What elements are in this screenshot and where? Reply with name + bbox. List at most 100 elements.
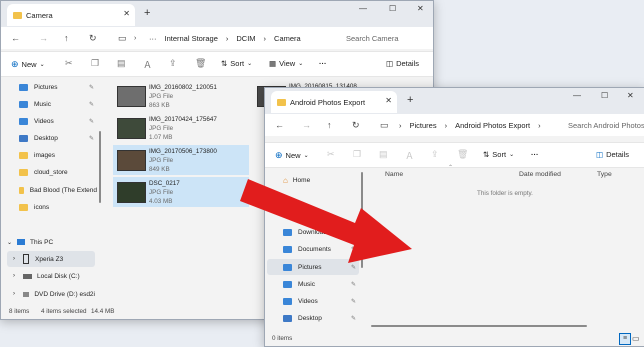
large-icons-view-icon[interactable]: ▭ [632, 334, 640, 343]
tab-camera[interactable]: Camera ✕ [7, 4, 135, 26]
sidebar-item-cloud-store[interactable]: cloud_store [19, 164, 97, 180]
sidebar-item-desktop[interactable]: Desktop ✎ [283, 310, 359, 326]
up-icon[interactable]: ↑ [64, 33, 69, 43]
back-icon[interactable]: ← [11, 33, 20, 43]
copy-icon[interactable]: ❐ [353, 149, 361, 160]
sidebar-item-label: Desktop [34, 134, 58, 142]
file-item[interactable]: IMG_20170424_175647 JPG File 1.07 MB [113, 113, 249, 143]
sidebar-item-home[interactable]: ⌂ Home [283, 172, 363, 188]
sidebar-scrollbar[interactable] [99, 131, 101, 203]
image-thumbnail [117, 182, 146, 203]
new-button[interactable]: ⊕ New ⌄ [11, 59, 45, 70]
home-icon: ⌂ [283, 175, 288, 185]
tree-item-this-pc[interactable]: ⌄ This PC [7, 234, 95, 250]
forward-icon[interactable]: → [302, 120, 311, 130]
breadcrumb-item[interactable]: Camera [274, 34, 301, 43]
column-header-date-modified[interactable]: Date modified [519, 171, 561, 178]
file-item[interactable]: IMG_20160802_120051 JPG File 863 KB [113, 81, 249, 111]
new-tab-button[interactable]: + [144, 7, 150, 19]
sidebar-item-videos[interactable]: Videos ✎ [19, 113, 97, 129]
share-icon[interactable]: ⇪ [169, 58, 177, 69]
sort-button[interactable]: ⇅ Sort ⌄ [221, 59, 252, 68]
breadcrumb: ··· Internal Storage › DCIM › Camera [149, 34, 301, 43]
breadcrumb-more[interactable]: ··· [149, 34, 157, 43]
sidebar-item-label: Videos [298, 297, 318, 305]
sidebar-item-images[interactable]: images [19, 147, 97, 163]
minimize-button[interactable]: — [359, 4, 367, 13]
sidebar-scrollbar[interactable] [361, 172, 363, 268]
sidebar-item-pictures[interactable]: Pictures ✎ [19, 79, 97, 95]
delete-icon[interactable]: 🗑 [195, 58, 206, 69]
cut-icon[interactable]: ✂ [327, 149, 335, 160]
refresh-icon[interactable]: ↻ [89, 33, 97, 44]
maximize-button[interactable]: ☐ [389, 4, 396, 13]
column-header-name[interactable]: Name [385, 171, 403, 178]
sidebar-item-music[interactable]: Music ✎ [19, 96, 97, 112]
forward-icon[interactable]: → [39, 33, 48, 43]
share-icon[interactable]: ⇪ [431, 149, 439, 160]
refresh-icon[interactable]: ↻ [352, 120, 360, 131]
tree-item-local-disk[interactable]: › Local Disk (C:) [7, 268, 95, 284]
rename-icon[interactable]: Ａ [143, 58, 152, 71]
sidebar-item-documents[interactable]: Documents ✎ [283, 241, 359, 257]
paste-icon[interactable]: ▤ [379, 149, 388, 160]
file-item[interactable]: IMG_20170506_173800 JPG File 849 KB [113, 145, 249, 175]
sidebar-item-music[interactable]: Music ✎ [283, 276, 359, 292]
minimize-button[interactable]: — [573, 91, 581, 100]
horizontal-scrollbar[interactable] [371, 325, 587, 327]
close-window-button[interactable]: ✕ [627, 91, 634, 100]
cut-icon[interactable]: ✂ [65, 58, 73, 69]
sidebar-item-icons[interactable]: icons [19, 199, 97, 215]
maximize-button[interactable]: ☐ [601, 91, 608, 100]
file-name: IMG_20170506_173800 [149, 147, 217, 155]
plus-circle-icon: ⊕ [11, 59, 19, 69]
chevron-right-icon: › [13, 256, 15, 262]
file-size: 863 KB [149, 101, 170, 109]
search-input[interactable]: Search Android Photos [568, 121, 644, 130]
dvd-icon [23, 291, 30, 297]
sidebar-item-bad-blood[interactable]: Bad Blood (The Extend [19, 182, 97, 198]
new-tab-button[interactable]: + [407, 94, 413, 106]
copy-icon[interactable]: ❐ [91, 58, 99, 69]
empty-folder-message: This folder is empty. [477, 190, 533, 197]
breadcrumb-item[interactable]: Pictures [410, 121, 437, 130]
back-icon[interactable]: ← [275, 120, 284, 130]
breadcrumb-item[interactable]: Android Photos Export [455, 121, 530, 130]
column-header-type[interactable]: Type [597, 171, 612, 178]
rename-icon[interactable]: Ａ [405, 149, 414, 162]
breadcrumb-item[interactable]: DCIM [236, 34, 255, 43]
details-view-icon[interactable]: ≡ [619, 333, 631, 345]
more-options-button[interactable]: ··· [531, 150, 539, 159]
new-button[interactable]: ⊕ New ⌄ [275, 150, 309, 161]
search-input[interactable]: Search Camera [346, 34, 399, 43]
sidebar-item-pictures[interactable]: Pictures ✎ [267, 259, 359, 275]
sort-button[interactable]: ⇅ Sort ⌄ [483, 150, 514, 159]
more-options-button[interactable]: ··· [319, 59, 327, 68]
chevron-down-icon: ⌄ [247, 61, 253, 67]
sidebar-item-downloads[interactable]: Downloads ✎ [283, 224, 359, 240]
pin-icon: ✎ [351, 246, 357, 253]
paste-icon[interactable]: ▤ [117, 58, 126, 69]
tab-bar: Android Photos Export ✕ + — ☐ ✕ [265, 88, 644, 114]
chevron-right-icon: › [263, 33, 267, 43]
close-tab-icon[interactable]: ✕ [123, 9, 130, 18]
sidebar-item-videos[interactable]: Videos ✎ [283, 293, 359, 309]
details-button[interactable]: ◫ Details [386, 59, 419, 68]
file-item[interactable]: DSC_0217 JPG File 4.03 MB [113, 177, 249, 207]
tree-item-xperia-z3[interactable]: › Xperia Z3 [7, 251, 95, 267]
sidebar-item-label: icons [34, 203, 50, 211]
close-window-button[interactable]: ✕ [417, 4, 424, 13]
file-type: JPG File [149, 188, 174, 196]
sidebar-item-label: cloud_store [34, 168, 68, 176]
details-button[interactable]: ◫ Details [596, 150, 629, 159]
sidebar-item-desktop[interactable]: Desktop ✎ [19, 130, 97, 146]
delete-icon[interactable]: 🗑 [457, 149, 468, 160]
tree-item-dvd-drive[interactable]: › DVD Drive (D:) esd2i [7, 286, 95, 302]
close-tab-icon[interactable]: ✕ [385, 96, 392, 105]
breadcrumb-item[interactable]: Internal Storage [165, 34, 218, 43]
view-button[interactable]: ▦ View ⌄ [269, 59, 303, 68]
tab-android-photos-export[interactable]: Android Photos Export ✕ [271, 91, 397, 113]
up-icon[interactable]: ↑ [327, 120, 332, 130]
file-name: IMG_20170424_175647 [149, 115, 217, 123]
item-count: 8 items [9, 308, 30, 315]
